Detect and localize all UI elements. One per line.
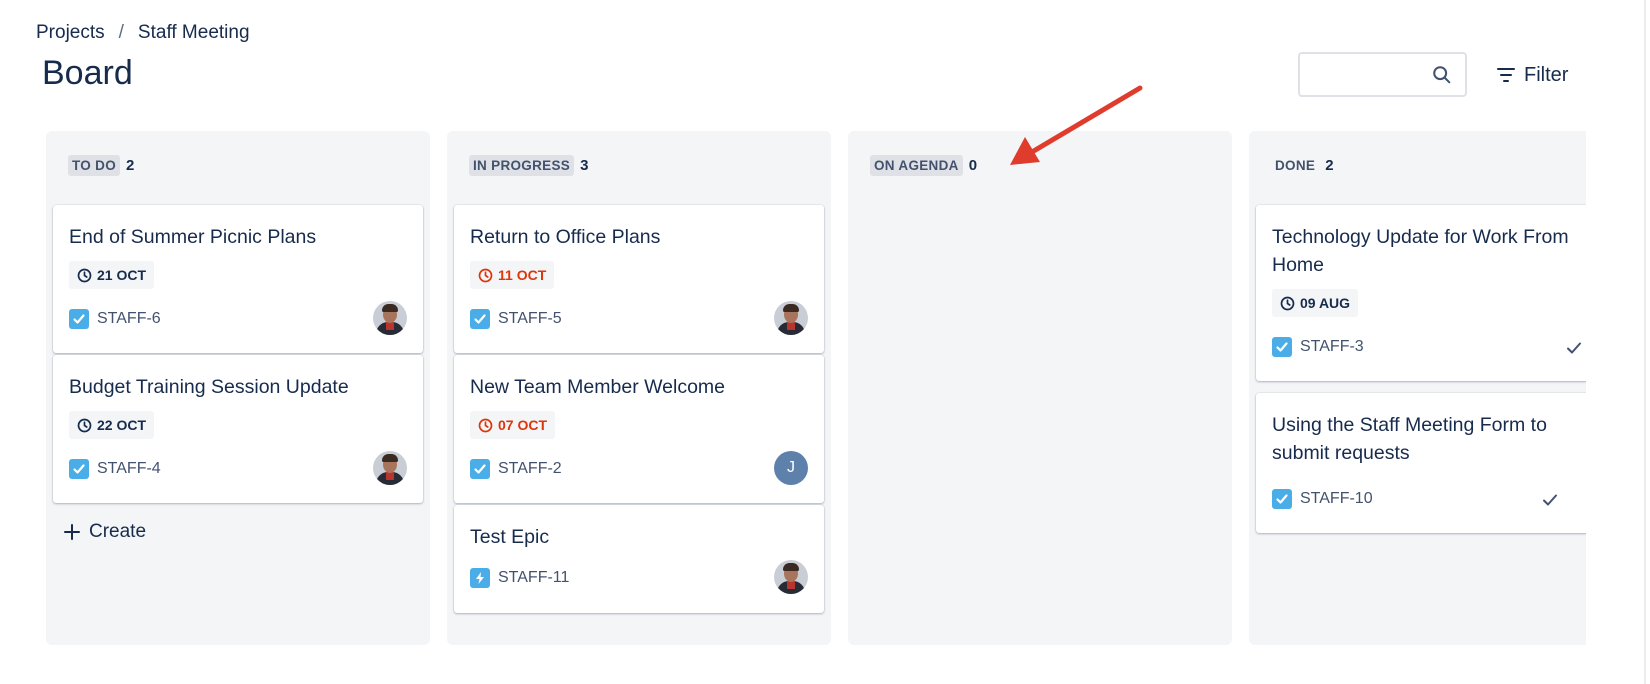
checkbox-icon bbox=[470, 309, 490, 329]
column-in-progress: IN PROGRESS 3 Return to Office Plans 11 … bbox=[447, 131, 831, 645]
issue-key-label: STAFF-10 bbox=[1300, 490, 1373, 507]
due-date: 09 AUG bbox=[1300, 295, 1351, 311]
column-header: DONE 2 bbox=[1271, 155, 1334, 176]
scrollbar-edge bbox=[1644, 0, 1646, 684]
column-name: DONE bbox=[1275, 158, 1316, 173]
due-date-badge: 22 OCT bbox=[69, 411, 155, 439]
issue-card[interactable]: Using the Staff Meeting Form to submit r… bbox=[1256, 393, 1586, 533]
column-header: TO DO 2 bbox=[68, 155, 134, 176]
issue-key[interactable]: STAFF-4 bbox=[69, 459, 161, 479]
issue-card[interactable]: Test Epic STAFF-11 bbox=[454, 505, 824, 613]
issue-key[interactable]: STAFF-5 bbox=[470, 309, 562, 329]
create-label: Create bbox=[89, 521, 147, 542]
due-date-badge: 07 OCT bbox=[470, 411, 556, 439]
issue-key-label: STAFF-3 bbox=[1300, 338, 1364, 355]
checkmark-icon bbox=[1543, 494, 1557, 506]
checkbox-icon bbox=[470, 459, 490, 479]
assignee-avatar[interactable] bbox=[774, 560, 808, 594]
column-on-agenda: ON AGENDA 0 bbox=[848, 131, 1232, 645]
board-page: Projects / Staff Meeting Board Filter TO… bbox=[0, 0, 1650, 684]
issue-key[interactable]: STAFF-3 bbox=[1272, 337, 1364, 357]
issue-card[interactable]: Budget Training Session Update 22 OCT ST… bbox=[53, 355, 423, 503]
issue-key-label: STAFF-2 bbox=[498, 460, 562, 477]
lightning-icon bbox=[470, 568, 490, 588]
issue-key-label: STAFF-5 bbox=[498, 310, 562, 327]
issue-card[interactable]: End of Summer Picnic Plans 21 OCT STAFF-… bbox=[53, 205, 423, 353]
issue-key-label: STAFF-4 bbox=[97, 460, 161, 477]
card-title: Return to Office Plans bbox=[470, 226, 661, 248]
plus-icon bbox=[64, 524, 80, 540]
issue-key[interactable]: STAFF-10 bbox=[1272, 489, 1373, 509]
issue-count: 2 bbox=[126, 157, 135, 174]
column-name: ON AGENDA bbox=[870, 155, 963, 176]
column-header: IN PROGRESS 3 bbox=[469, 155, 588, 176]
checkbox-icon bbox=[69, 459, 89, 479]
clock-icon bbox=[478, 418, 493, 432]
board: TO DO 2 End of Summer Picnic Plans 21 OC… bbox=[0, 0, 1586, 684]
due-date-badge: 11 OCT bbox=[470, 261, 555, 289]
checkbox-icon bbox=[1272, 337, 1292, 357]
issue-key-label: STAFF-6 bbox=[97, 310, 161, 327]
issue-card[interactable]: New Team Member Welcome 07 OCT STAFF-2 J bbox=[454, 355, 824, 503]
column-done: DONE 2 Technology Update for Work From H… bbox=[1249, 131, 1586, 645]
column-name: IN PROGRESS bbox=[469, 155, 575, 176]
due-date: 22 OCT bbox=[97, 417, 147, 433]
assignee-avatar[interactable]: J bbox=[774, 451, 808, 485]
clock-icon bbox=[478, 268, 493, 282]
column-name: TO DO bbox=[68, 155, 121, 176]
card-title: Using the Staff Meeting Form to submit r… bbox=[1272, 414, 1547, 464]
card-title: Test Epic bbox=[470, 526, 550, 548]
create-issue-button[interactable]: Create bbox=[64, 521, 146, 543]
due-date: 07 OCT bbox=[498, 417, 548, 433]
issue-key[interactable]: STAFF-11 bbox=[470, 568, 569, 588]
issue-key[interactable]: STAFF-6 bbox=[69, 309, 161, 329]
issue-card[interactable]: Return to Office Plans 11 OCT STAFF-5 bbox=[454, 205, 824, 353]
card-title: Technology Update for Work From Home bbox=[1272, 226, 1569, 276]
card-title: End of Summer Picnic Plans bbox=[69, 226, 317, 248]
assignee-avatar[interactable] bbox=[774, 301, 808, 335]
issue-count: 0 bbox=[968, 157, 978, 174]
due-date: 21 OCT bbox=[97, 267, 147, 283]
issue-count: 3 bbox=[580, 157, 589, 174]
checkbox-icon bbox=[1272, 489, 1292, 509]
column-header: ON AGENDA 0 bbox=[870, 155, 977, 176]
clock-icon bbox=[77, 418, 92, 432]
due-date-badge: 09 AUG bbox=[1272, 289, 1359, 317]
checkmark-icon bbox=[1567, 342, 1581, 354]
due-date: 11 OCT bbox=[498, 267, 547, 283]
column-to-do: TO DO 2 End of Summer Picnic Plans 21 OC… bbox=[46, 131, 430, 645]
card-title: New Team Member Welcome bbox=[470, 376, 726, 398]
issue-key-label: STAFF-11 bbox=[498, 569, 570, 586]
issue-count: 2 bbox=[1325, 157, 1334, 174]
issue-card[interactable]: Technology Update for Work From Home 09 … bbox=[1256, 205, 1586, 381]
assignee-avatar[interactable] bbox=[373, 451, 407, 485]
due-date-badge: 21 OCT bbox=[69, 261, 155, 289]
clock-icon bbox=[77, 268, 92, 282]
card-title: Budget Training Session Update bbox=[69, 376, 349, 398]
checkbox-icon bbox=[69, 309, 89, 329]
assignee-avatar[interactable] bbox=[373, 301, 407, 335]
issue-key[interactable]: STAFF-2 bbox=[470, 459, 562, 479]
clock-icon bbox=[1280, 296, 1295, 310]
